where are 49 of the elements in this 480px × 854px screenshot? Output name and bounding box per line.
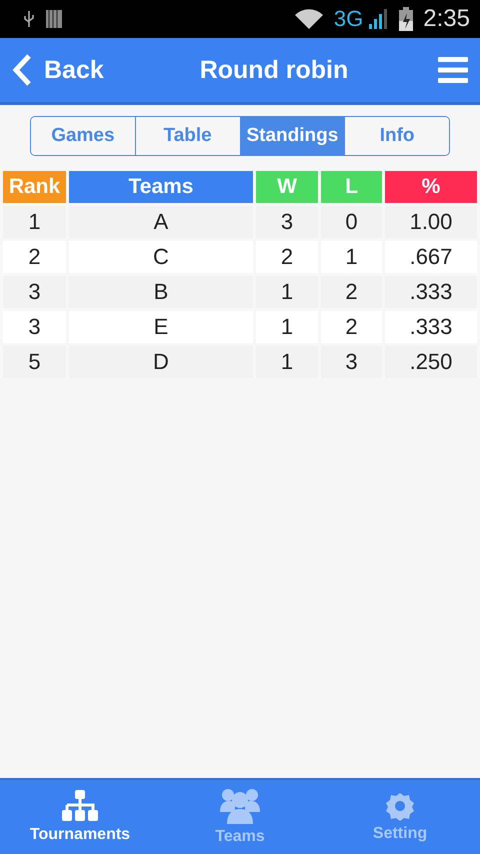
battery-icon — [399, 7, 414, 31]
screen-title: Round robin — [198, 56, 350, 84]
table-cell: 2 — [321, 311, 382, 343]
column-header: W — [256, 171, 318, 203]
segment-tab[interactable]: Games — [31, 117, 136, 155]
nav-item[interactable]: Tournaments — [0, 780, 160, 854]
table-cell: 0 — [321, 206, 382, 238]
table-cell: 1 — [321, 241, 382, 273]
nav-item[interactable]: Setting — [320, 780, 480, 854]
table-cell: .250 — [385, 346, 477, 378]
table-cell: C — [69, 241, 253, 273]
hierarchy-icon — [61, 790, 99, 822]
table-cell: 1 — [256, 346, 318, 378]
table-cell: 1 — [3, 206, 66, 238]
table-cell: .333 — [385, 276, 477, 308]
table-cell: E — [69, 311, 253, 343]
table-cell: .667 — [385, 241, 477, 273]
people-icon — [220, 788, 260, 824]
storage-icon — [46, 10, 62, 28]
table-cell: 3 — [3, 311, 66, 343]
table-cell: 5 — [3, 346, 66, 378]
network-type: 3G — [334, 6, 364, 32]
table-cell: 2 — [3, 241, 66, 273]
table-cell: 1 — [256, 311, 318, 343]
table-cell: B — [69, 276, 253, 308]
signal-icon — [367, 8, 390, 30]
usb-icon — [22, 9, 36, 29]
table-cell: .333 — [385, 311, 477, 343]
table-cell: D — [69, 346, 253, 378]
column-header: L — [321, 171, 382, 203]
wifi-icon — [294, 8, 324, 30]
table-cell: 2 — [256, 241, 318, 273]
segment-tab[interactable]: Standings — [240, 117, 346, 155]
chevron-left-icon — [12, 53, 32, 87]
gear-icon — [385, 791, 415, 821]
column-header: Rank — [3, 171, 66, 203]
table-cell: 1.00 — [385, 206, 477, 238]
column-header: % — [385, 171, 477, 203]
menu-icon[interactable] — [438, 56, 468, 84]
table-cell: 3 — [321, 346, 382, 378]
table-cell: 1 — [256, 276, 318, 308]
table-cell: A — [69, 206, 253, 238]
table-cell: 2 — [321, 276, 382, 308]
clock: 2:35 — [423, 5, 470, 33]
nav-item[interactable]: Teams — [160, 780, 320, 854]
table-cell: 3 — [256, 206, 318, 238]
column-header: Teams — [69, 171, 253, 203]
table-cell: 3 — [3, 276, 66, 308]
back-button[interactable]: Back — [12, 53, 142, 87]
